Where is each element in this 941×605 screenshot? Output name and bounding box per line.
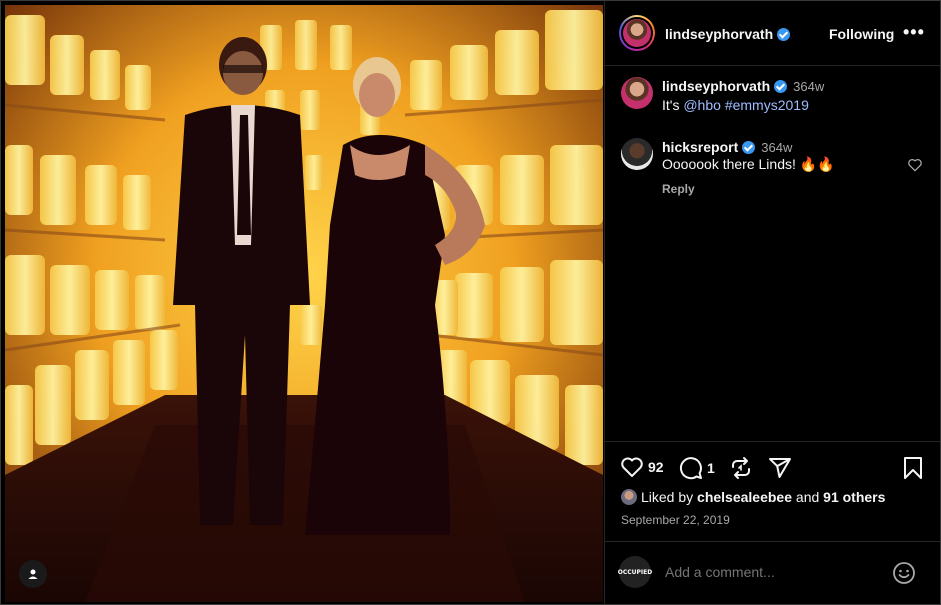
post-header: lindseyphorvath Following •••: [605, 1, 940, 66]
paper-plane-icon: [769, 458, 791, 478]
caption-username[interactable]: lindseyphorvath: [662, 78, 770, 94]
add-comment-bar: OCCUPIED: [605, 541, 940, 604]
post-side-panel: lindseyphorvath Following ••• lindseypho…: [604, 1, 940, 604]
photo-image: [5, 5, 603, 602]
verified-badge-icon: [742, 141, 756, 154]
author-username[interactable]: lindseyphorvath: [665, 26, 773, 42]
share-button[interactable]: [768, 456, 792, 480]
like-button[interactable]: 92: [620, 456, 664, 478]
save-button[interactable]: [902, 456, 924, 480]
liked-by-prefix: Liked by: [641, 489, 698, 505]
comment-avatar[interactable]: [621, 138, 653, 170]
liked-by-line: Liked by chelsealeebee and 91 others: [621, 489, 885, 505]
emoji-button[interactable]: [892, 561, 916, 590]
heart-icon: [908, 158, 922, 172]
more-options-button[interactable]: •••: [903, 22, 925, 43]
following-button[interactable]: Following: [829, 26, 894, 42]
likes-count: 92: [648, 459, 664, 475]
post-dialog: lindseyphorvath Following ••• lindseypho…: [0, 0, 941, 605]
bookmark-icon: [904, 457, 922, 479]
comment-timestamp[interactable]: 364w: [761, 140, 792, 155]
repost-button[interactable]: [729, 456, 753, 480]
post-date[interactable]: September 22, 2019: [621, 513, 730, 527]
repost-icon: [732, 457, 750, 479]
mention-link[interactable]: @hbo: [683, 97, 721, 113]
reply-button[interactable]: Reply: [662, 182, 695, 196]
comment-like-button[interactable]: [907, 158, 923, 177]
user-tag-icon: [28, 569, 38, 579]
author-avatar[interactable]: [619, 15, 655, 51]
user-tag-button[interactable]: [19, 560, 47, 588]
current-user-avatar: OCCUPIED: [618, 556, 652, 588]
hashtag-link[interactable]: #emmys2019: [725, 97, 809, 113]
caption-header: lindseyphorvath 364w: [662, 78, 824, 94]
comment-text: Ooooook there Linds! 🔥🔥: [662, 156, 835, 172]
likes-others-link[interactable]: 91 others: [823, 489, 885, 505]
author-username-link[interactable]: lindseyphorvath: [665, 26, 791, 42]
post-photo[interactable]: [5, 5, 603, 602]
comment-header: hicksreport 364w: [662, 139, 792, 155]
caption-text: It's @hbo #emmys2019: [662, 97, 809, 113]
liker-username[interactable]: chelsealeebee: [697, 489, 792, 505]
comments-count: 1: [707, 460, 715, 476]
heart-icon: [621, 457, 643, 477]
liked-by-middle: and: [792, 489, 824, 505]
smiley-icon: [893, 562, 915, 584]
speech-bubble-icon: [680, 457, 702, 480]
add-comment-input[interactable]: [665, 564, 875, 580]
action-bar: [605, 441, 940, 442]
comment-username[interactable]: hicksreport: [662, 139, 738, 155]
verified-badge-icon: [777, 28, 791, 41]
caption-timestamp[interactable]: 364w: [793, 79, 824, 94]
caption-avatar[interactable]: [621, 77, 653, 109]
caption-prefix: It's: [662, 97, 684, 113]
verified-badge-icon: [774, 80, 788, 93]
liker-avatar[interactable]: [621, 489, 637, 505]
comment-button[interactable]: 1: [679, 456, 715, 480]
